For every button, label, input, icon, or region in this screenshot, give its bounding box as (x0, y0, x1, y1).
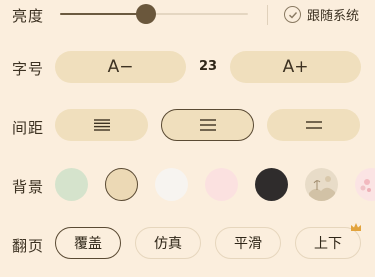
page-turn-simulate-label: 仿真 (154, 236, 182, 252)
page-turn-smooth-button[interactable]: 平滑 (215, 227, 281, 259)
page-turn-label: 翻页 (12, 237, 45, 255)
swatch-parchment[interactable] (105, 168, 138, 201)
swatch-blossom[interactable] (355, 168, 375, 201)
swatch-pink[interactable] (205, 168, 238, 201)
page-turn-cover-button[interactable]: 覆盖 (55, 227, 121, 259)
swatch-white[interactable] (155, 168, 188, 201)
follow-system-label: 跟随系统 (307, 9, 360, 24)
follow-system-toggle[interactable]: 跟随系统 (284, 5, 359, 24)
spacing-compact-icon (93, 119, 110, 131)
crown-icon (351, 223, 361, 231)
reader-settings-panel: 亮度 跟随系统 字号 A− 23 A+ 间距 背景 翻页 覆盖 仿真 平滑 上下 (0, 0, 375, 277)
slider-thumb[interactable] (136, 4, 157, 24)
check-icon (284, 6, 301, 23)
brightness-label: 亮度 (12, 7, 45, 25)
font-size-value: 23 (199, 59, 218, 74)
swatch-black[interactable] (255, 168, 288, 201)
spacing-loose-icon (305, 121, 322, 129)
page-turn-simulate-button[interactable]: 仿真 (135, 227, 201, 259)
swatch-landscape[interactable] (305, 168, 338, 201)
spacing-normal-button[interactable] (161, 109, 254, 141)
page-turn-cover-label: 覆盖 (74, 236, 102, 252)
swatch-green[interactable] (55, 168, 88, 201)
spacing-normal-icon (199, 119, 216, 131)
brightness-slider[interactable] (60, 4, 248, 24)
increase-font-label: A+ (282, 57, 309, 77)
spacing-label: 间距 (12, 119, 45, 137)
page-turn-smooth-label: 平滑 (234, 236, 262, 252)
decrease-font-label: A− (107, 57, 134, 77)
landscape-image (309, 176, 335, 201)
vertical-divider (267, 5, 268, 25)
slider-fill (60, 13, 147, 15)
spacing-compact-button[interactable] (55, 109, 148, 141)
blossom-image (360, 179, 371, 192)
page-turn-vertical-button[interactable]: 上下 (295, 223, 361, 259)
page-turn-vertical-label: 上下 (314, 236, 342, 252)
decrease-font-button[interactable]: A− (55, 51, 186, 83)
font-size-label: 字号 (12, 60, 45, 78)
spacing-loose-button[interactable] (267, 109, 360, 141)
increase-font-button[interactable]: A+ (230, 51, 361, 83)
background-label: 背景 (12, 178, 45, 196)
